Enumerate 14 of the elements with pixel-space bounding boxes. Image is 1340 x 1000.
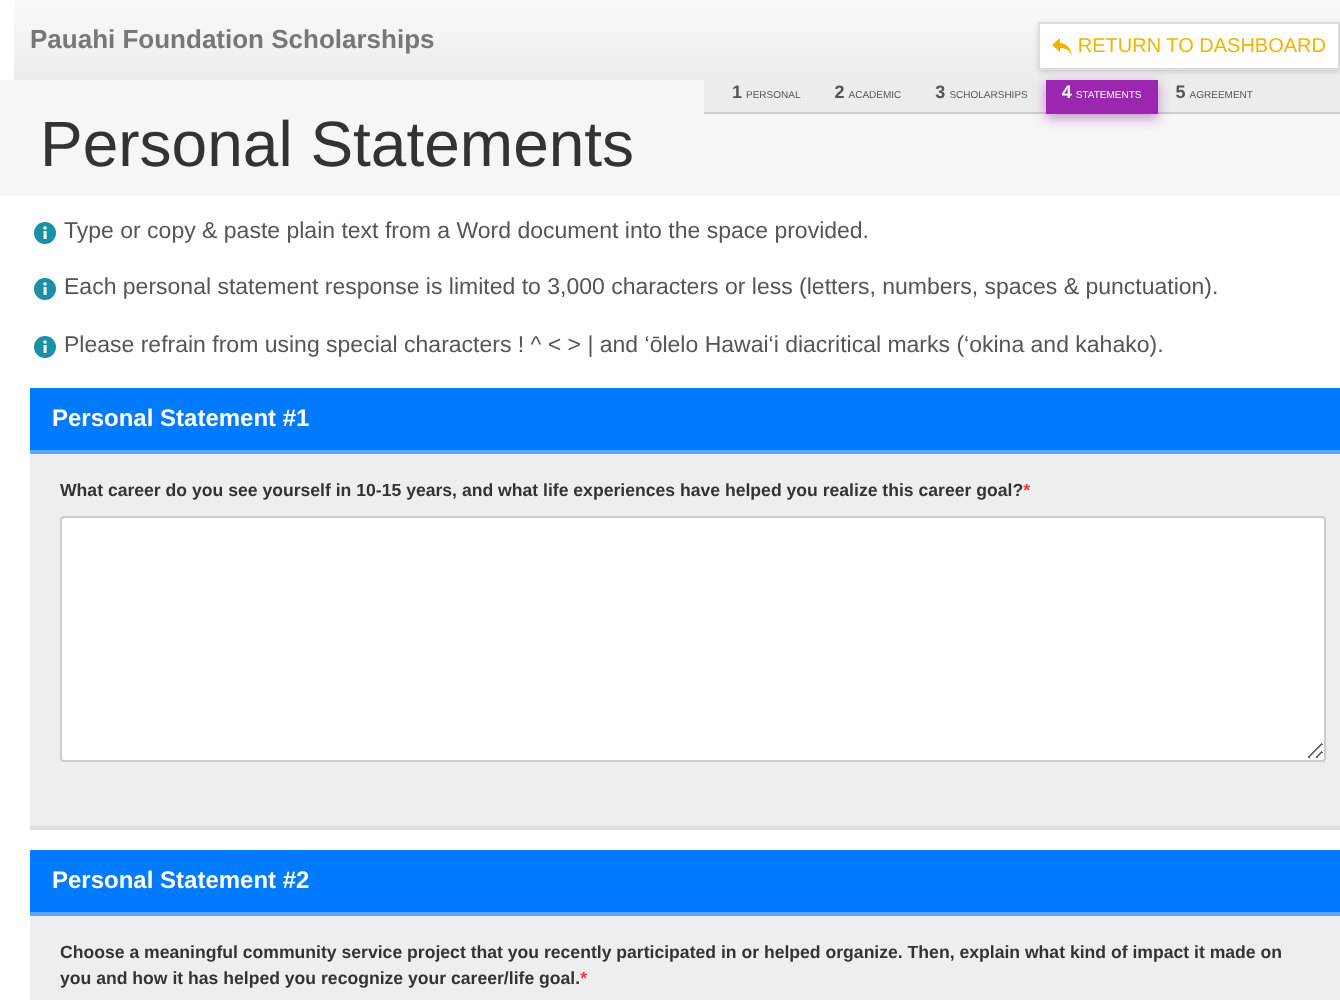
page-title: Personal Statements — [40, 112, 635, 176]
question-text: Choose a meaningful community service project that you recently participated in or helped organize. Then, explain what kind of impact it made on you and how it has helped you recognize your career/life goal.* — [60, 939, 1285, 992]
reply-arrow-icon — [1051, 37, 1072, 55]
instruction-text: Type or copy & paste plain text from a Word document into the space provided. — [64, 218, 870, 248]
question-text: What career do you see yourself in 10-15 years, and what life experiences have helped you realize this career goal?* — [60, 477, 1033, 504]
answer-box[interactable] — [60, 515, 1326, 762]
info-icon — [34, 278, 56, 301]
panel-header: Personal Statement #2 — [30, 849, 1340, 916]
instruction-text: Each personal statement response is limited to 3,000 characters or less (letters, numbers, spaces & punctuation). — [64, 274, 1219, 305]
instruction-text: Please refrain from using special characters ! ^ < > | and ‘ōlelo Hawai‘i diacritical marks (‘okina and kahako). — [64, 331, 1164, 361]
info-icon — [34, 335, 56, 358]
site-title: Pauahi Foundation Scholarships — [30, 22, 435, 59]
info-icon — [34, 222, 56, 245]
panel-header: Personal Statement #1 — [30, 387, 1340, 454]
